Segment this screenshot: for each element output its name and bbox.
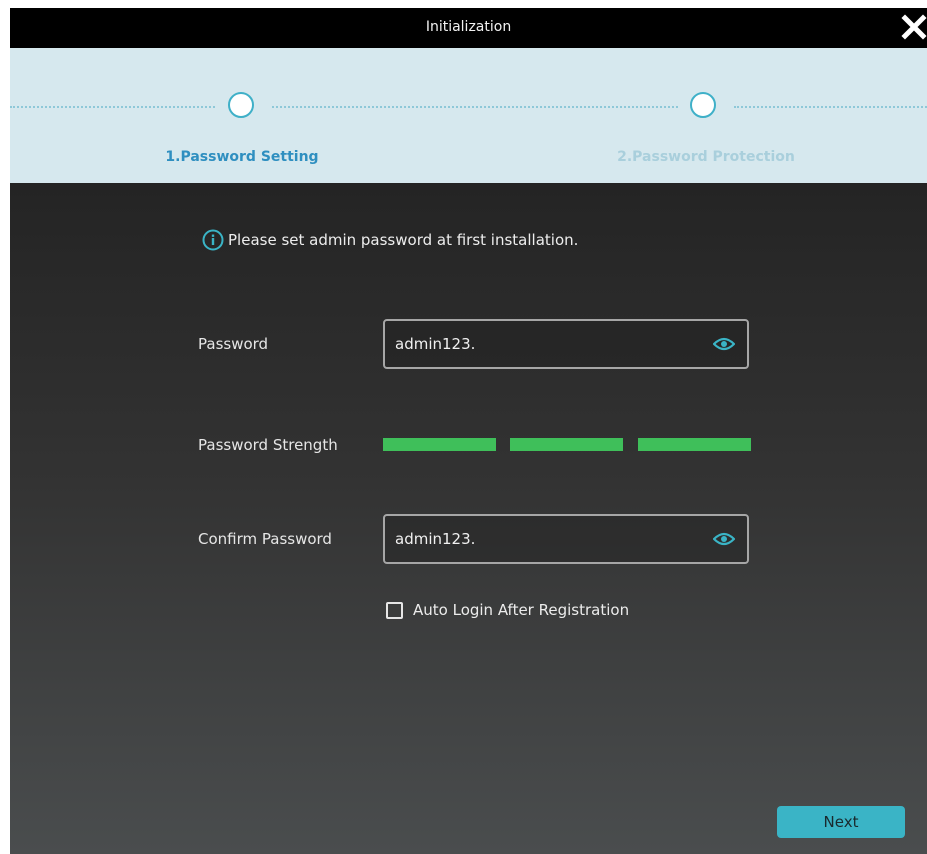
auto-login-option[interactable]: Auto Login After Registration [386,601,629,619]
confirm-password-field[interactable] [383,514,749,564]
step-connector-right [734,106,927,108]
password-field[interactable] [383,319,749,369]
step-progress-bar: 1.Password Setting 2.Password Protection [10,48,927,183]
next-button[interactable]: Next [777,806,905,838]
strength-bar-3 [638,438,751,451]
info-message: Please set admin password at first insta… [202,229,578,251]
show-confirm-password-eye-icon[interactable] [713,530,735,548]
auto-login-checkbox[interactable] [386,601,403,619]
password-label: Password [198,335,269,353]
password-input[interactable] [395,321,695,367]
show-password-eye-icon[interactable] [713,335,735,353]
step-1-label: 1.Password Setting [165,149,319,165]
confirm-password-input[interactable] [395,516,695,562]
step-2-indicator [690,92,716,118]
auto-login-label: Auto Login After Registration [413,601,630,619]
step-1-indicator [228,92,254,118]
step-2-label: 2.Password Protection [617,149,795,165]
password-strength-label: Password Strength [198,436,338,454]
title-bar: Initialization [10,8,927,48]
confirm-password-label: Confirm Password [198,530,332,548]
window-title: Initialization [425,19,512,35]
form-panel: Please set admin password at first insta… [10,183,927,854]
step-connector-middle [272,106,678,108]
strength-bar-1 [383,438,496,451]
info-icon [202,229,224,251]
info-text: Please set admin password at first insta… [228,231,579,249]
close-icon[interactable] [901,14,927,40]
step-connector-left [10,106,215,108]
strength-bar-2 [510,438,623,451]
initialization-window: Initialization 1.Password Setting 2.Pass… [10,8,927,854]
